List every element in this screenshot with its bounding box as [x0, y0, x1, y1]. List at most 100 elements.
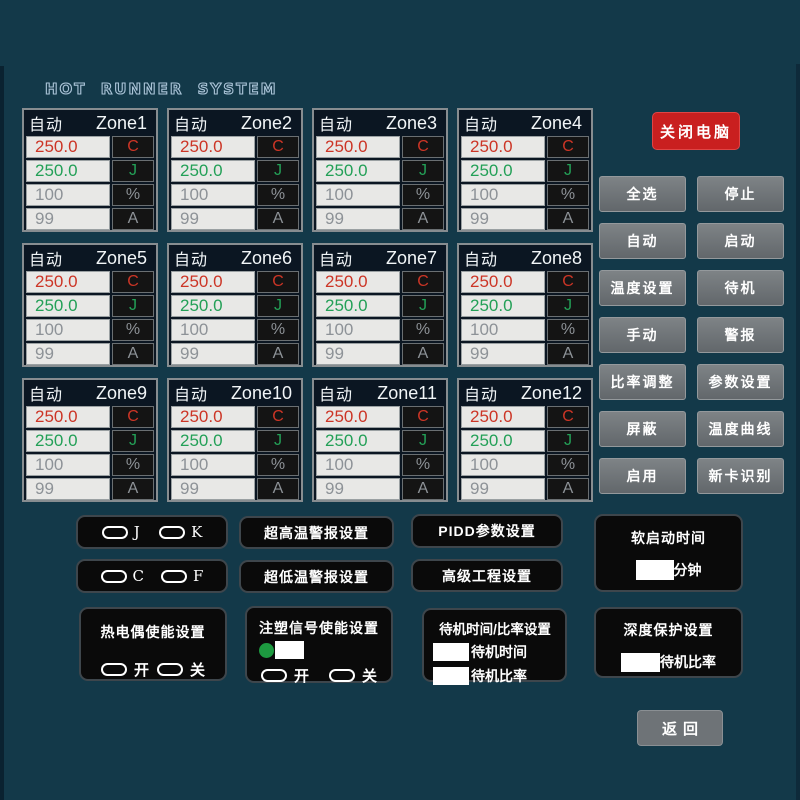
radio-pill-icon[interactable] — [329, 669, 355, 682]
zone-actual-temp: 250.0 — [316, 271, 400, 293]
zone-mode-label: 自动 — [29, 381, 63, 405]
zone-grid: 自动 Zone1 250.0 C 250.0 J 100 % 99 A 自动 Z… — [22, 108, 593, 502]
zone-current: 99 — [316, 478, 400, 500]
high-temp-alarm-button[interactable]: 超高温警报设置 — [239, 516, 394, 549]
standby-ratio-input[interactable] — [433, 667, 469, 685]
depth-ratio-row: 待机比率 — [596, 652, 741, 672]
radio-pill-icon[interactable] — [101, 663, 127, 676]
zone-panel[interactable]: 自动 Zone3 250.0 C 250.0 J 100 % 99 A — [312, 108, 448, 232]
radio-pill-icon[interactable] — [102, 526, 128, 539]
zone-output-percent: 100 — [461, 454, 545, 476]
zone-tc-type: J — [112, 295, 154, 317]
zone-current: 99 — [26, 478, 110, 500]
thermocouple-off-option[interactable]: 关 — [157, 659, 205, 680]
depth-ratio-input[interactable] — [621, 653, 660, 672]
zone-set-temp: 250.0 — [171, 430, 255, 452]
thermocouple-off-label: 关 — [190, 659, 205, 680]
radio-pill-icon[interactable] — [261, 669, 287, 682]
zone-percent-unit: % — [112, 184, 154, 206]
alarm-button[interactable]: 警报 — [697, 317, 784, 353]
injection-off-option[interactable]: 关 — [329, 665, 377, 686]
zone-panel[interactable]: 自动 Zone4 250.0 C 250.0 J 100 % 99 A — [457, 108, 593, 232]
enable-button[interactable]: 启用 — [599, 458, 686, 494]
zone-header: 自动 Zone4 — [459, 110, 591, 136]
tc-type-j-label: J — [134, 523, 140, 541]
zone-mode-label: 自动 — [319, 381, 353, 405]
soft-start-input[interactable] — [636, 560, 674, 580]
zone-output-percent: 100 — [316, 184, 400, 206]
zone-current-unit: A — [402, 343, 444, 365]
zone-panel[interactable]: 自动 Zone11 250.0 C 250.0 J 100 % 99 A — [312, 378, 448, 502]
zone-current: 99 — [461, 478, 545, 500]
zone-panel[interactable]: 自动 Zone5 250.0 C 250.0 J 100 % 99 A — [22, 243, 158, 367]
start-button[interactable]: 启动 — [697, 223, 784, 259]
param-setting-button[interactable]: 参数设置 — [697, 364, 784, 400]
injection-on-option[interactable]: 开 — [261, 665, 309, 686]
zone-set-temp: 250.0 — [26, 160, 110, 182]
scale-f-option[interactable]: F — [161, 567, 203, 585]
auto-button[interactable]: 自动 — [599, 223, 686, 259]
zone-output-percent: 100 — [26, 184, 110, 206]
soft-start-panel: 软启动时间 分钟 — [594, 514, 743, 592]
zone-actual-temp: 250.0 — [316, 406, 400, 428]
zone-panel[interactable]: 自动 Zone2 250.0 C 250.0 J 100 % 99 A — [167, 108, 303, 232]
zone-panel[interactable]: 自动 Zone7 250.0 C 250.0 J 100 % 99 A — [312, 243, 448, 367]
zone-tc-type: J — [112, 160, 154, 182]
radio-pill-icon[interactable] — [157, 663, 183, 676]
pidd-param-button[interactable]: PIDD参数设置 — [411, 514, 563, 548]
low-temp-alarm-button[interactable]: 超低温警报设置 — [239, 560, 394, 593]
zone-mode-label: 自动 — [174, 246, 208, 270]
zone-mode-label: 自动 — [29, 111, 63, 135]
radio-pill-icon[interactable] — [101, 570, 127, 583]
temp-curve-button[interactable]: 温度曲线 — [697, 411, 784, 447]
zone-tc-type: J — [257, 295, 299, 317]
zone-panel[interactable]: 自动 Zone9 250.0 C 250.0 J 100 % 99 A — [22, 378, 158, 502]
standby-time-ratio-panel: 待机时间/比率设置 待机时间 待机比率 — [422, 608, 567, 682]
thermocouple-on-option[interactable]: 开 — [101, 659, 149, 680]
zone-values: 250.0 C 250.0 J 100 % 99 A — [169, 406, 301, 502]
tc-type-j-option[interactable]: J — [102, 523, 140, 541]
standby-ratio-row: 待机比率 — [433, 666, 557, 686]
zone-current: 99 — [26, 343, 110, 365]
zone-percent-unit: % — [547, 184, 589, 206]
zone-actual-temp: 250.0 — [461, 271, 545, 293]
zone-header: 自动 Zone1 — [24, 110, 156, 136]
scale-c-option[interactable]: C — [101, 567, 144, 585]
new-card-id-button[interactable]: 新卡识别 — [697, 458, 784, 494]
zone-name-label: Zone4 — [531, 113, 582, 134]
stop-button[interactable]: 停止 — [697, 176, 784, 212]
injection-input[interactable] — [275, 641, 304, 659]
zone-panel[interactable]: 自动 Zone10 250.0 C 250.0 J 100 % 99 A — [167, 378, 303, 502]
zone-temp-unit: C — [257, 271, 299, 293]
zone-output-percent: 100 — [461, 319, 545, 341]
zone-set-temp: 250.0 — [26, 430, 110, 452]
select-all-button[interactable]: 全选 — [599, 176, 686, 212]
radio-pill-icon[interactable] — [161, 570, 187, 583]
zone-panel[interactable]: 自动 Zone8 250.0 C 250.0 J 100 % 99 A — [457, 243, 593, 367]
zone-percent-unit: % — [547, 454, 589, 476]
zone-current-unit: A — [257, 208, 299, 230]
temp-scale-select-panel: C F — [76, 559, 228, 593]
standby-button[interactable]: 待机 — [697, 270, 784, 306]
manual-button[interactable]: 手动 — [599, 317, 686, 353]
advanced-eng-button[interactable]: 高级工程设置 — [411, 559, 563, 592]
soft-start-unit-label: 分钟 — [674, 560, 702, 580]
shutdown-computer-button[interactable]: 关闭电脑 — [652, 112, 740, 150]
left-edge-strip — [0, 66, 4, 800]
back-button[interactable]: 返回 — [637, 710, 723, 746]
zone-panel[interactable]: 自动 Zone1 250.0 C 250.0 J 100 % 99 A — [22, 108, 158, 232]
zone-panel[interactable]: 自动 Zone6 250.0 C 250.0 J 100 % 99 A — [167, 243, 303, 367]
zone-header: 自动 Zone10 — [169, 380, 301, 406]
temp-setting-button[interactable]: 温度设置 — [599, 270, 686, 306]
zone-panel[interactable]: 自动 Zone12 250.0 C 250.0 J 100 % 99 A — [457, 378, 593, 502]
ratio-adjust-button[interactable]: 比率调整 — [599, 364, 686, 400]
standby-time-input[interactable] — [433, 643, 469, 661]
zone-percent-unit: % — [402, 319, 444, 341]
tc-type-k-option[interactable]: K — [159, 523, 202, 541]
zone-name-label: Zone5 — [96, 248, 147, 269]
standby-ratio-label: 待机比率 — [471, 666, 527, 686]
shield-button[interactable]: 屏蔽 — [599, 411, 686, 447]
zone-percent-unit: % — [402, 454, 444, 476]
radio-pill-icon[interactable] — [159, 526, 185, 539]
zone-values: 250.0 C 250.0 J 100 % 99 A — [314, 136, 446, 232]
